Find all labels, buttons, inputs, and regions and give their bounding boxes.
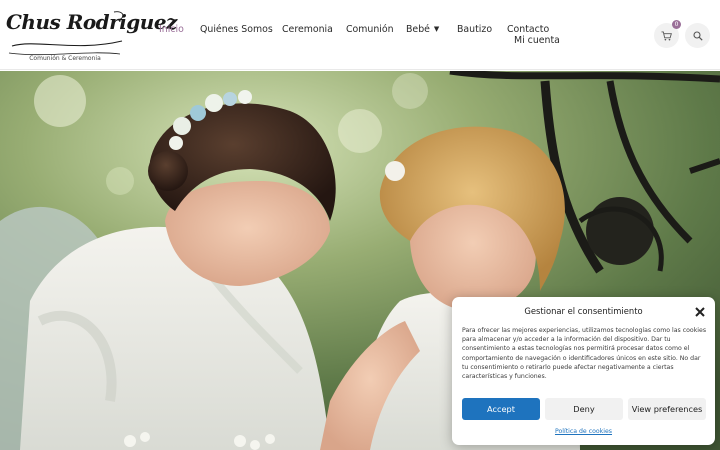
nav-item-bebe[interactable]: Bebé ▼ bbox=[406, 24, 439, 35]
search-button[interactable] bbox=[685, 23, 710, 48]
site-header: Chus Rodriguez Comunión & Ceremonia Inic… bbox=[0, 0, 720, 70]
cart-icon bbox=[661, 30, 672, 40]
nav-label: Comunión bbox=[346, 24, 394, 35]
search-icon bbox=[692, 30, 703, 41]
nav-item-mi-cuenta[interactable]: Mi cuenta bbox=[514, 35, 560, 46]
consent-title: Gestionar el consentimiento bbox=[524, 306, 643, 316]
cart-count-badge: 0 bbox=[672, 20, 681, 29]
accept-button[interactable]: Accept bbox=[462, 398, 540, 420]
deny-button[interactable]: Deny bbox=[545, 398, 623, 420]
nav-label: Bautizo bbox=[457, 24, 493, 35]
nav-item-bautizo[interactable]: Bautizo bbox=[457, 24, 492, 35]
close-icon[interactable] bbox=[693, 304, 707, 318]
nav-item-contacto[interactable]: Contacto bbox=[507, 24, 549, 35]
nav-label: Quiénes Somos bbox=[200, 24, 273, 35]
nav-item-inicio[interactable]: Inicio bbox=[159, 24, 184, 35]
nav-item-quienes-somos[interactable]: Quiénes Somos bbox=[200, 24, 273, 35]
chevron-down-icon: ▼ bbox=[433, 25, 440, 33]
view-preferences-button[interactable]: View preferences bbox=[628, 398, 706, 420]
logo-wordmark: Chus Rodriguez bbox=[6, 10, 177, 34]
nav-label: Mi cuenta bbox=[514, 35, 560, 46]
nav-item-comunion[interactable]: Comunión bbox=[346, 24, 394, 35]
page: Chus Rodriguez Comunión & Ceremonia Inic… bbox=[0, 0, 720, 450]
cookie-consent-dialog: Gestionar el consentimiento Para ofrecer… bbox=[452, 297, 715, 445]
nav-label: Contacto bbox=[507, 24, 550, 35]
site-logo[interactable]: Chus Rodriguez Comunión & Ceremonia bbox=[6, 6, 177, 64]
cookie-policy-link[interactable]: Política de cookies bbox=[452, 428, 715, 435]
logo-tagline: Comunión & Ceremonia bbox=[29, 55, 101, 62]
nav-label: Bebé bbox=[406, 24, 430, 35]
nav-item-ceremonia[interactable]: Ceremonia bbox=[282, 24, 333, 35]
cart-button[interactable]: 0 bbox=[654, 20, 681, 48]
nav-label: Inicio bbox=[159, 24, 184, 35]
consent-message: Para ofrecer las mejores experiencias, u… bbox=[462, 327, 707, 381]
nav-label: Ceremonia bbox=[282, 24, 333, 35]
